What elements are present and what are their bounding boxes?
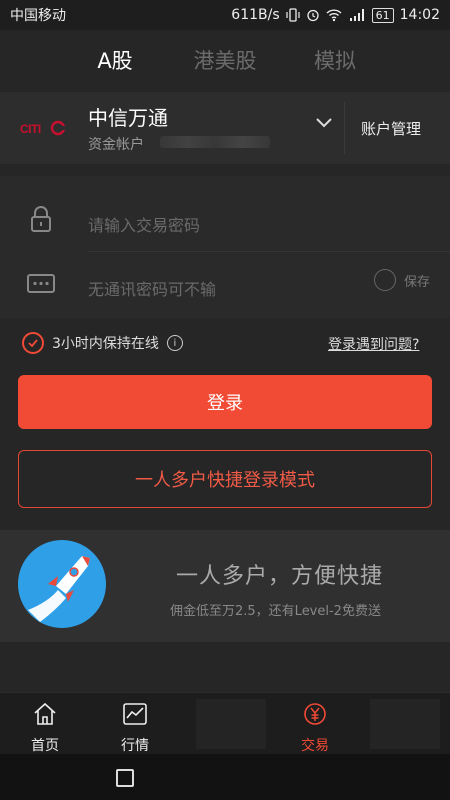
clock: 14:02 <box>399 7 440 23</box>
account-manage-button[interactable]: 账户管理 <box>361 118 421 139</box>
nav-placeholder <box>196 699 266 749</box>
check-icon <box>28 339 38 348</box>
spacer <box>0 164 450 176</box>
network-speed: 611B/s <box>231 7 280 23</box>
chart-icon <box>123 703 147 725</box>
login-form: 请输入交易密码 无通讯密码可不输 保存 <box>0 176 450 318</box>
battery-icon: 61 <box>371 7 394 23</box>
home-icon <box>34 702 56 725</box>
nav-home[interactable]: 首页 <box>15 701 75 755</box>
save-radio[interactable] <box>374 269 396 291</box>
status-indicators: 611B/s 61 14:02 <box>231 7 440 23</box>
recent-apps-icon[interactable] <box>116 769 134 787</box>
bottom-nav: 首页 行情 交易 <box>0 692 450 754</box>
trade-icon <box>304 703 326 725</box>
status-bar: 中国移动 611B/s 61 14:02 <box>0 0 450 30</box>
carrier-label: 中国移动 <box>10 8 66 24</box>
market-tabs: A股 港美股 模拟 <box>0 30 450 90</box>
promo-banner[interactable]: 一人多户，方便快捷 佣金低至万2.5，还有Level-2免费送 <box>0 530 450 642</box>
account-selector[interactable]: CITI 中信万通 资金帐户 账户管理 <box>0 92 450 164</box>
svg-text:CITI: CITI <box>20 122 41 136</box>
save-toggle[interactable]: 保存 <box>374 269 430 291</box>
promo-title: 一人多户，方便快捷 <box>176 564 384 589</box>
chevron-down-icon[interactable] <box>314 112 334 132</box>
promo-subtitle: 佣金低至万2.5，还有Level-2免费送 <box>170 604 381 619</box>
comm-password-input[interactable]: 无通讯密码可不输 <box>88 276 216 300</box>
keep-online-checkbox[interactable] <box>22 332 44 354</box>
keypad-icon <box>27 274 55 293</box>
tab-hk-us[interactable]: 港美股 <box>170 45 280 75</box>
info-icon[interactable]: i <box>166 335 183 351</box>
signal-icon <box>348 8 366 22</box>
nav-market[interactable]: 行情 <box>105 701 165 755</box>
save-label: 保存 <box>404 274 431 290</box>
citic-logo: CITI <box>20 120 66 136</box>
login-button[interactable]: 登录 <box>18 375 432 429</box>
masked-account-number <box>160 136 270 148</box>
password-input[interactable]: 请输入交易密码 <box>88 212 200 236</box>
vibrate-icon <box>286 8 300 22</box>
system-nav-bar <box>0 754 450 800</box>
multi-account-login-button[interactable]: 一人多户快捷登录模式 <box>18 450 432 508</box>
nav-market-label: 行情 <box>121 738 149 754</box>
nav-trade-label: 交易 <box>301 738 329 754</box>
rocket-icon <box>18 540 106 628</box>
keep-online-label: 3小时内保持在线 <box>52 336 159 352</box>
lock-icon <box>31 206 51 232</box>
nav-trade[interactable]: 交易 <box>285 701 345 755</box>
keep-online-option[interactable]: 3小时内保持在线 i <box>22 332 183 354</box>
login-trouble-link[interactable]: 登录遇到问题? <box>328 334 419 354</box>
fund-account-label: 资金帐户 <box>88 137 144 153</box>
broker-name: 中信万通 <box>88 106 168 130</box>
tab-a-shares[interactable]: A股 <box>60 45 170 75</box>
nav-home-label: 首页 <box>31 738 59 754</box>
divider <box>344 102 345 154</box>
tab-simulation[interactable]: 模拟 <box>280 45 390 75</box>
password-row[interactable]: 请输入交易密码 <box>0 182 450 252</box>
wifi-icon <box>326 8 342 22</box>
nav-placeholder <box>370 699 440 749</box>
alarm-icon <box>306 8 320 22</box>
